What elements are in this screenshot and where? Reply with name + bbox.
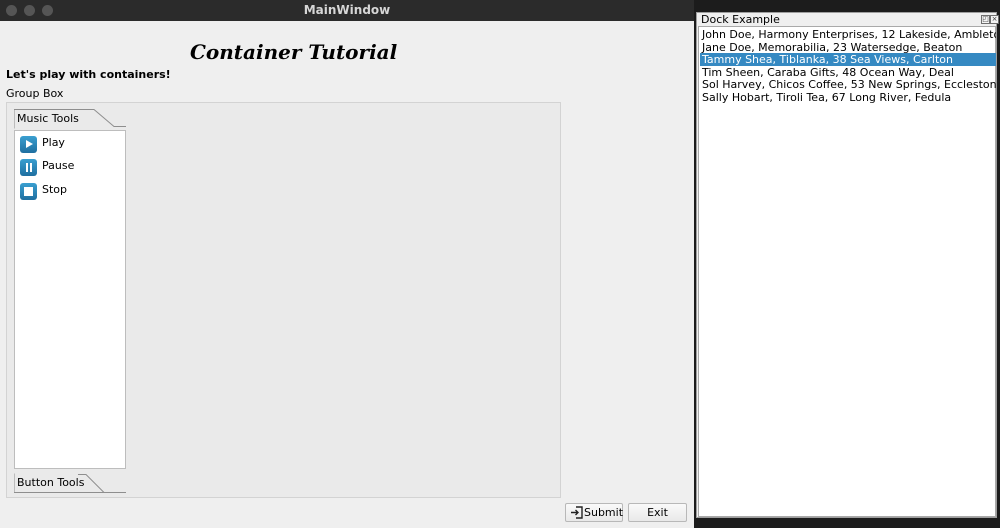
login-icon — [571, 506, 583, 519]
tab-button-tools[interactable]: Button Tools — [14, 473, 126, 493]
play-icon — [20, 136, 37, 153]
play-item[interactable]: Play — [19, 134, 119, 154]
page-title: Container Tutorial — [190, 40, 398, 64]
pause-label: Pause — [42, 159, 75, 172]
pause-item[interactable]: Pause — [19, 157, 119, 177]
tab-music-tools[interactable]: Music Tools — [14, 109, 126, 129]
close-icon[interactable]: × — [990, 15, 999, 24]
list-item[interactable]: Tammy Shea, Tiblanka, 38 Sea Views, Carl… — [700, 53, 996, 67]
list-item[interactable]: Sol Harvey, Chicos Coffee, 53 New Spring… — [700, 78, 996, 91]
titlebar[interactable]: MainWindow — [0, 0, 694, 21]
stop-label: Stop — [42, 183, 68, 196]
list-item[interactable]: Sally Hobart, Tiroli Tea, 67 Long River,… — [700, 91, 996, 104]
submit-button[interactable]: Submit — [565, 503, 623, 522]
list-item[interactable]: John Doe, Harmony Enterprises, 12 Lakesi… — [700, 28, 996, 41]
groupbox-label: Group Box — [6, 87, 64, 100]
main-window: MainWindow Container Tutorial Let's play… — [0, 0, 694, 528]
play-label: Play — [42, 136, 65, 149]
submit-label: Submit — [584, 506, 624, 519]
dock-panel: Dock Example ◰ × John Doe, Harmony Enter… — [696, 12, 999, 518]
window-title: MainWindow — [303, 3, 391, 17]
music-tools-page: Play Pause Stop — [14, 130, 126, 469]
tab-label: Music Tools — [17, 112, 79, 125]
dock-title: Dock Example — [701, 13, 780, 26]
stop-icon — [20, 183, 37, 200]
list-item[interactable]: Tim Sheen, Caraba Gifts, 48 Ocean Way, D… — [700, 66, 996, 79]
intro-label: Let's play with containers! — [6, 68, 171, 81]
pause-icon — [20, 159, 37, 176]
stop-item[interactable]: Stop — [19, 181, 119, 201]
list-item[interactable]: Jane Doe, Memorabilia, 23 Watersedge, Be… — [700, 41, 996, 54]
tab-label: Button Tools — [17, 476, 85, 489]
exit-button[interactable]: Exit — [628, 503, 687, 522]
dock-widget: Dock Example ◰ × John Doe, Harmony Enter… — [694, 0, 1000, 528]
customer-list[interactable]: John Doe, Harmony Enterprises, 12 Lakesi… — [698, 26, 996, 517]
float-icon[interactable]: ◰ — [981, 15, 990, 24]
